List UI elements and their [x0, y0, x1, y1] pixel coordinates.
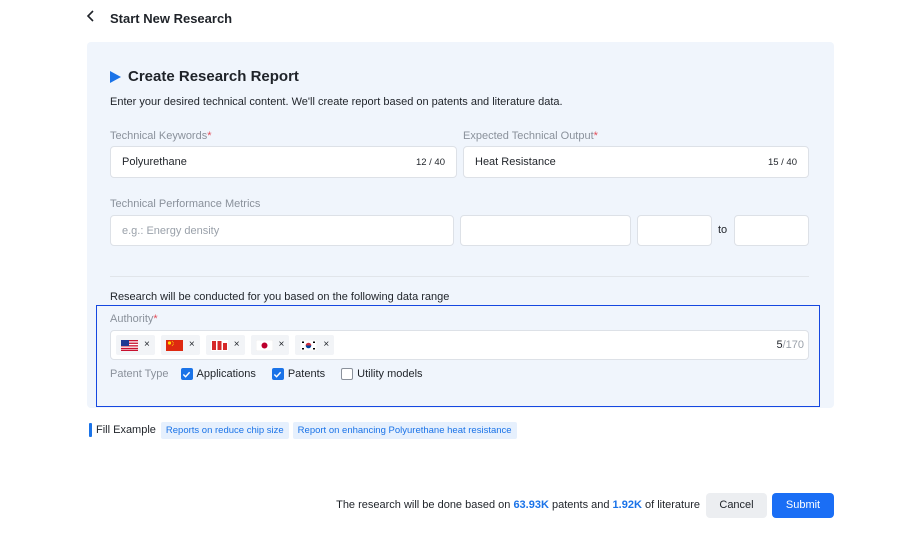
remove-chip-icon[interactable]: × — [279, 340, 285, 350]
remove-chip-icon[interactable]: × — [189, 340, 195, 350]
remove-chip-icon[interactable]: × — [144, 340, 150, 350]
ep-flag-icon — [211, 340, 228, 351]
authority-chip-kr: × — [295, 335, 334, 355]
keywords-label: Technical Keywords* — [110, 130, 212, 142]
checkbox-applications[interactable]: Applications — [181, 368, 256, 380]
patents-count: 63.93K — [513, 499, 548, 511]
metric-name-placeholder: e.g.: Energy density — [122, 225, 219, 237]
kr-flag-icon — [300, 340, 317, 351]
form-heading: Create Research Report — [110, 68, 299, 85]
page-title: Start New Research — [110, 11, 232, 26]
output-value: Heat Resistance — [475, 156, 768, 168]
keywords-input[interactable]: Polyurethane 12 / 40 — [110, 146, 457, 178]
authority-chip-jp: × — [251, 335, 290, 355]
chevron-left-icon[interactable] — [86, 8, 98, 28]
play-arrow-icon — [110, 71, 121, 83]
patent-type-label: Patent Type — [110, 368, 169, 380]
cn-flag-icon — [166, 340, 183, 351]
form-subtitle: Enter your desired technical content. We… — [110, 96, 563, 108]
range-to-label: to — [718, 224, 727, 236]
authority-chip-cn: × — [161, 335, 200, 355]
fill-example-label: Fill Example — [96, 424, 156, 436]
form-heading-text: Create Research Report — [128, 68, 299, 85]
output-input[interactable]: Heat Resistance 15 / 40 — [463, 146, 809, 178]
top-bar: Start New Research — [86, 8, 232, 28]
required-mark: * — [207, 130, 211, 142]
accent-bar — [89, 423, 92, 437]
example-tag-polyurethane[interactable]: Report on enhancing Polyurethane heat re… — [293, 422, 517, 439]
output-label: Expected Technical Output* — [463, 130, 598, 142]
authority-label: Authority* — [110, 313, 158, 325]
authority-chip-us: × — [116, 335, 155, 355]
checkbox-checked-icon[interactable] — [272, 368, 284, 380]
authority-count: 5/170 — [776, 339, 804, 351]
checkbox-unchecked-icon[interactable] — [341, 368, 353, 380]
metrics-label: Technical Performance Metrics — [110, 198, 260, 210]
submit-button[interactable]: Submit — [772, 493, 834, 518]
research-summary-text: The research will be done based on 63.93… — [336, 499, 700, 511]
remove-chip-icon[interactable]: × — [234, 340, 240, 350]
metric-name-input[interactable]: e.g.: Energy density — [110, 215, 454, 246]
literature-count: 1.92K — [613, 499, 642, 511]
section-divider — [110, 276, 809, 277]
authority-select[interactable]: × × × × × — [110, 330, 809, 360]
output-char-count: 15 / 40 — [768, 157, 797, 168]
metric-condition-select[interactable] — [460, 215, 631, 246]
cancel-button[interactable]: Cancel — [706, 493, 767, 518]
metric-min-input[interactable] — [637, 215, 712, 246]
checkbox-utility-models[interactable]: Utility models — [341, 368, 422, 380]
data-range-text: Research will be conducted for you based… — [110, 291, 449, 303]
jp-flag-icon — [256, 340, 273, 351]
footer-bar: The research will be done based on 63.93… — [336, 492, 834, 518]
authority-chip-ep: × — [206, 335, 245, 355]
keywords-char-count: 12 / 40 — [416, 157, 445, 168]
fill-example-row: Fill Example Reports on reduce chip size… — [89, 422, 517, 438]
metric-max-input[interactable] — [734, 215, 809, 246]
patent-type-row: Patent Type Applications Patents Utility… — [110, 366, 439, 382]
keywords-value: Polyurethane — [122, 156, 416, 168]
required-mark: * — [594, 130, 598, 142]
us-flag-icon — [121, 340, 138, 351]
example-tag-chip-size[interactable]: Reports on reduce chip size — [161, 422, 289, 439]
remove-chip-icon[interactable]: × — [323, 340, 329, 350]
required-mark: * — [153, 313, 157, 325]
checkbox-patents[interactable]: Patents — [272, 368, 325, 380]
checkbox-checked-icon[interactable] — [181, 368, 193, 380]
